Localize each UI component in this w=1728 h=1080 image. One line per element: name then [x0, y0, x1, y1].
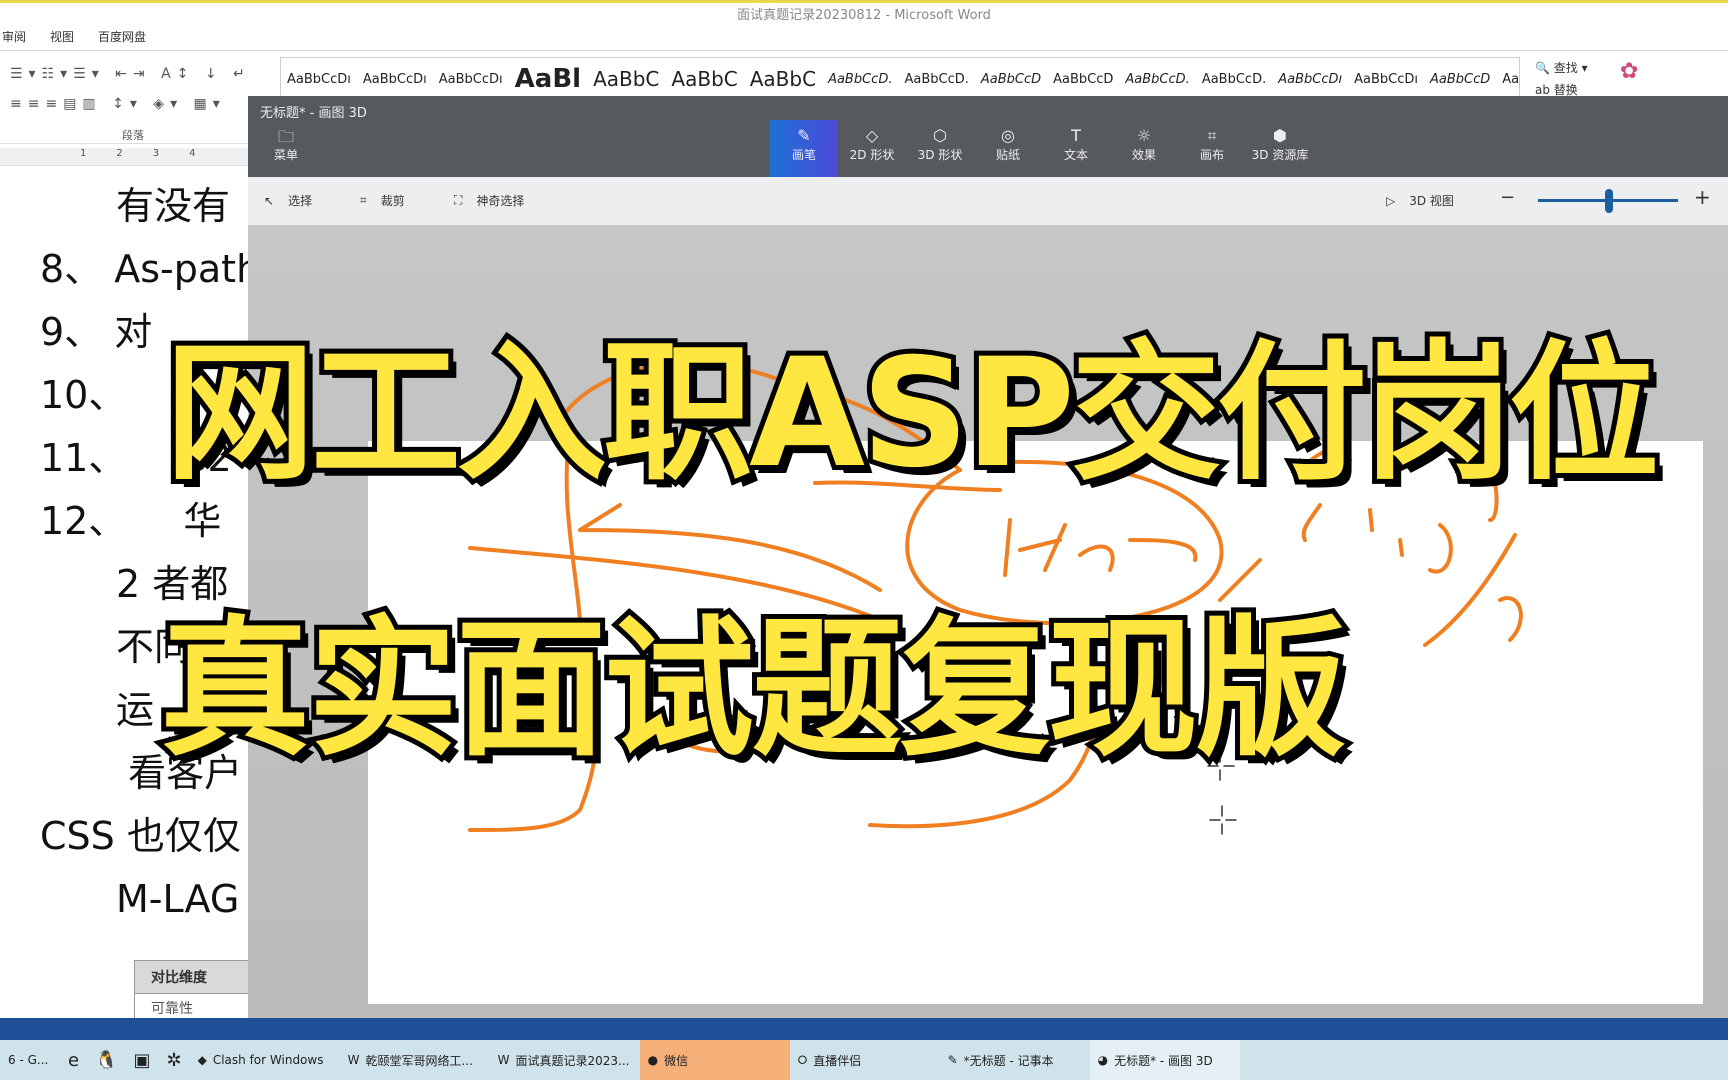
crosshair-icon	[1209, 805, 1237, 835]
overlay-title-line2: 真实面试题复现版	[155, 598, 1351, 782]
taskbar-label: 面试真题记录2023...	[515, 1053, 630, 1068]
taskbar-label: *无标题 - 记事本	[963, 1053, 1054, 1068]
app-icon: ●	[647, 1053, 659, 1067]
taskbar-item[interactable]: W 乾颐堂军哥网络工...	[340, 1040, 490, 1080]
doodle-stroke	[1301, 503, 1453, 574]
ie-icon[interactable]: e	[60, 1040, 87, 1080]
taskbar-label: 乾颐堂军哥网络工...	[365, 1053, 473, 1068]
taskbar-item[interactable]: ◆ Clash for Windows	[190, 1040, 340, 1080]
orange-doodles	[468, 361, 1523, 835]
app-icon: ◕	[1097, 1053, 1109, 1067]
taskbar-label: 6 - G...	[8, 1053, 49, 1067]
taskbar-label: 微信	[664, 1053, 689, 1068]
desktop-strip	[0, 1018, 1728, 1040]
app2-icon[interactable]: ✲	[159, 1040, 190, 1080]
taskbar-item[interactable]: W 面试真题记录2023...	[490, 1040, 640, 1080]
taskbar-item[interactable]: ✎ *无标题 - 记事本	[940, 1040, 1090, 1080]
doodle-stroke	[1423, 533, 1523, 647]
taskbar-label: 直播伴侣	[813, 1053, 862, 1068]
doodle-stroke	[1003, 518, 1198, 577]
app-icon: ⭘	[797, 1052, 808, 1067]
app-icon: W	[497, 1053, 510, 1067]
app-icon[interactable]: ▣	[126, 1040, 159, 1080]
taskbar-item[interactable]: ● 微信	[639, 1040, 790, 1080]
taskbar-label: Clash for Windows	[212, 1053, 324, 1067]
qq-icon[interactable]: 🐧	[87, 1040, 125, 1080]
app-icon: ✎	[947, 1053, 958, 1067]
app-icon: W	[347, 1053, 360, 1067]
overlay-title-line1: 网工入职ASP交付岗位	[160, 322, 1664, 506]
app-icon: ◆	[197, 1053, 207, 1067]
taskbar-item[interactable]: ⭘ 直播伴侣	[790, 1040, 940, 1080]
taskbar-label: 无标题* - 画图 3D	[1114, 1053, 1213, 1068]
taskbar-item[interactable]: 6 - G...	[0, 1040, 60, 1080]
taskbar: 6 - G... e 🐧 ▣ ✲ ◆ Clash for Windows W 乾颐堂军哥网络工.…	[0, 1040, 1728, 1080]
taskbar-item[interactable]: ◕ 无标题* - 画图 3D	[1089, 1040, 1240, 1080]
